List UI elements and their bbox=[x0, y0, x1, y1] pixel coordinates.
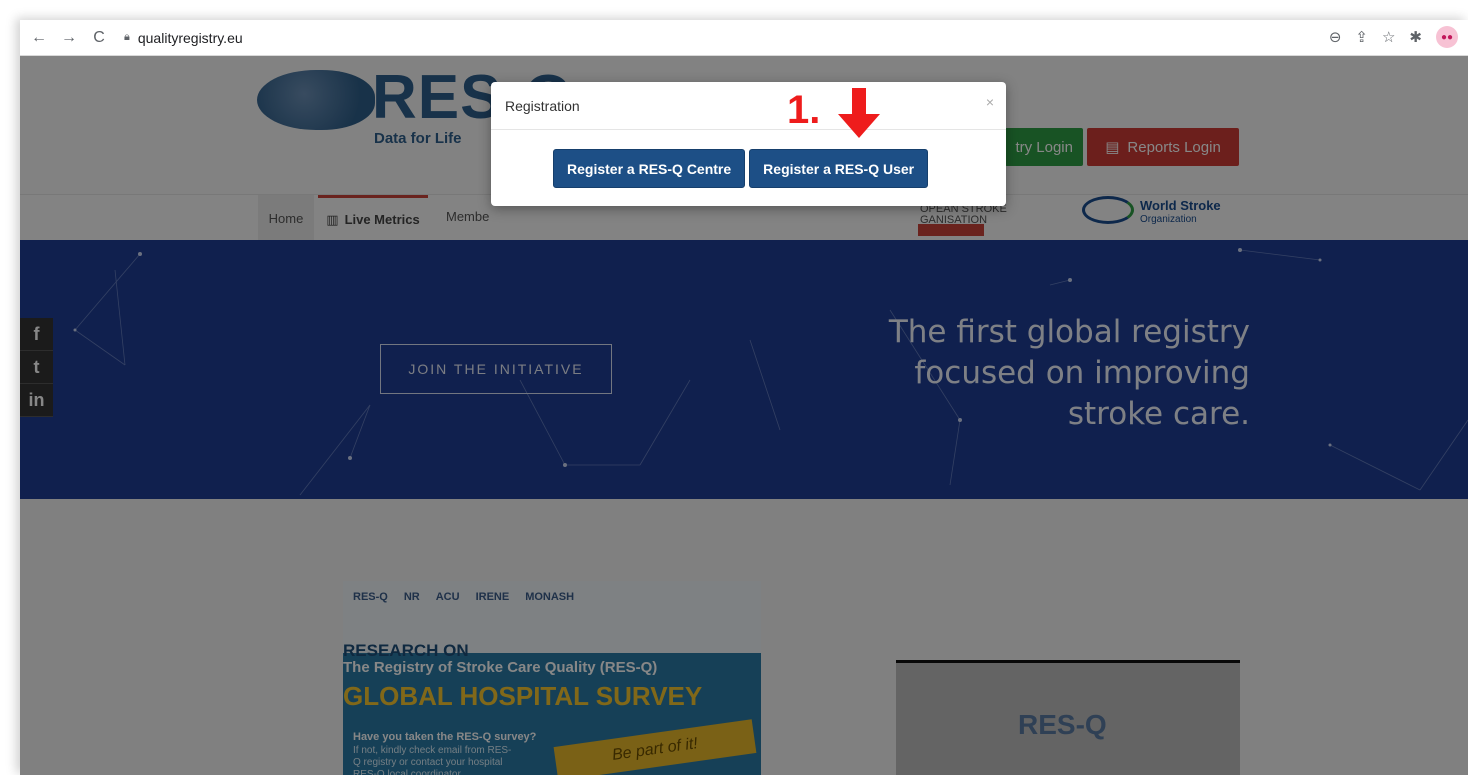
zoom-icon[interactable]: ⊖ bbox=[1329, 28, 1342, 46]
register-centre-button[interactable]: Register a RES-Q Centre bbox=[553, 149, 746, 188]
address-bar[interactable]: 🔒︎ qualityregistry.eu bbox=[124, 25, 243, 51]
registration-modal: Registration × Register a RES-Q Centre R… bbox=[491, 82, 1006, 206]
extensions-icon[interactable]: ✱ bbox=[1409, 28, 1422, 46]
modal-title: Registration bbox=[491, 82, 1006, 130]
url-text: qualityregistry.eu bbox=[137, 29, 243, 46]
browser-toolbar: ← → C 🔒︎ qualityregistry.eu ⊖ ⇪ ☆ ✱ ●● bbox=[20, 20, 1468, 56]
forward-icon[interactable]: → bbox=[58, 27, 80, 49]
close-icon[interactable]: × bbox=[986, 94, 994, 110]
bookmark-star-icon[interactable]: ☆ bbox=[1382, 28, 1395, 46]
register-user-button[interactable]: Register a RES-Q User bbox=[749, 149, 929, 188]
annotation-arrow-icon bbox=[838, 88, 880, 138]
share-icon[interactable]: ⇪ bbox=[1355, 28, 1368, 46]
browser-window: ← → C 🔒︎ qualityregistry.eu ⊖ ⇪ ☆ ✱ ●● R… bbox=[20, 20, 1468, 775]
annotation-step-label: 1. bbox=[787, 88, 821, 132]
modal-actions: Register a RES-Q Centre Register a RES-Q… bbox=[553, 149, 929, 188]
reload-icon[interactable]: C bbox=[88, 27, 110, 49]
profile-avatar-icon[interactable]: ●● bbox=[1436, 26, 1458, 48]
back-icon[interactable]: ← bbox=[28, 27, 50, 49]
browser-actions: ⊖ ⇪ ☆ ✱ ●● bbox=[1329, 26, 1458, 48]
lock-icon: 🔒︎ bbox=[124, 31, 130, 43]
